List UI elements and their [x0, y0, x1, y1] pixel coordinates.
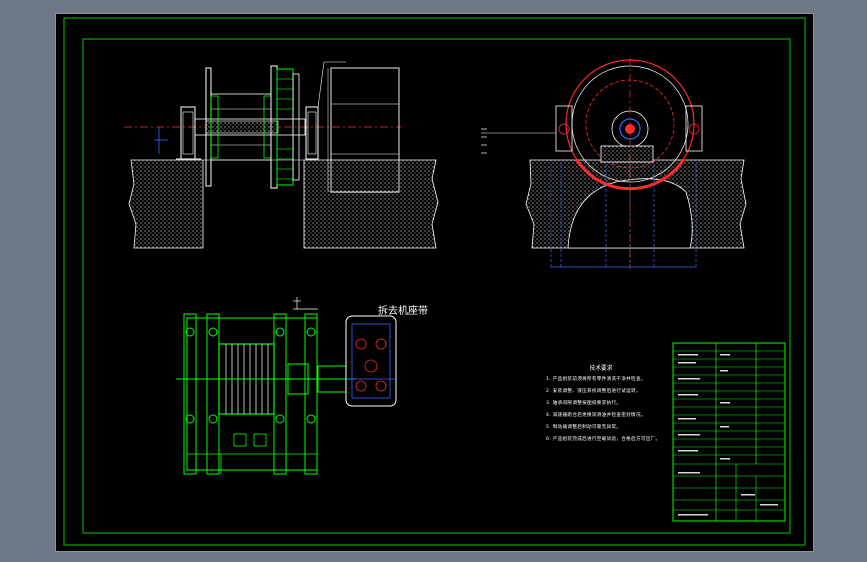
tech-note-line: 6. 产品组装完成后进行空载试验，合格后方可出厂。: [546, 437, 661, 442]
front-view: [124, 61, 439, 249]
ground-hatch-right: [303, 159, 439, 249]
section-label: 拆去机座带: [378, 306, 428, 317]
tech-note-line: 4. 减速器跑合后更换润滑油并检查密封情况。: [546, 413, 646, 418]
ground-hatch-left: [128, 159, 204, 249]
tech-notes-title: 技术要求: [589, 365, 613, 372]
side-view: [481, 58, 747, 269]
tech-note-line: 3. 轴承间隙调整按图纸要求执行。: [546, 401, 622, 406]
inner-frame: [82, 38, 791, 534]
plan-view: [176, 313, 397, 475]
tech-note-line: 1. 产品组装前须将所有零件清洗干净并检查。: [546, 377, 646, 382]
section-marker: [293, 297, 318, 310]
tech-note-line: 5. 制动器调整后制动可靠无异常。: [546, 425, 622, 430]
cad-drawing: [63, 17, 806, 546]
tech-note-line: 2. 安装调整、液压系统调整后进行试运转。: [546, 389, 641, 394]
title-block: [672, 342, 786, 522]
outer-frame: [63, 17, 806, 546]
cad-viewport[interactable]: 拆去机座带 技术要求 1. 产品组装前须将所有零件清洗干净并检查。 2. 安装调…: [55, 13, 814, 552]
